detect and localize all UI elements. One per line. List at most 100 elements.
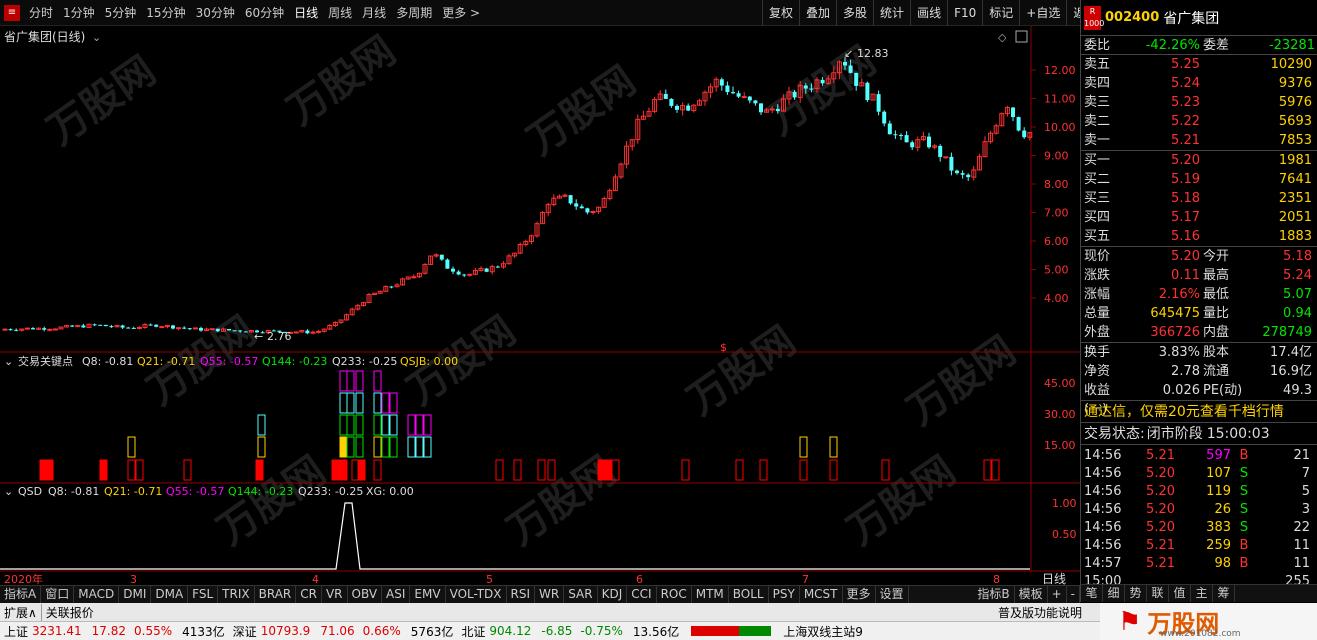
indicator-tab-3[interactable]: DMI (119, 586, 152, 603)
order-price[interactable]: 5.24 (1131, 74, 1200, 93)
candle-body (495, 266, 500, 268)
tab-1min[interactable]: 1分钟 (58, 0, 100, 26)
sh-value: 3231.41 (32, 624, 82, 638)
indicator-tab-2[interactable]: MACD (74, 586, 120, 603)
indicator-tab-18[interactable]: CCI (627, 586, 657, 603)
stock-code[interactable]: 002400 (1105, 10, 1159, 25)
indicator-right-tab-3[interactable]: - (1067, 586, 1080, 603)
draw-line-button[interactable]: 画线 (910, 0, 947, 26)
candle-body (865, 82, 870, 101)
stat-value: 0.94 (1283, 306, 1312, 321)
candle-body (747, 96, 752, 101)
tab-daily[interactable]: 日线 (289, 0, 323, 26)
diamond-icon[interactable]: ◇ (998, 31, 1007, 44)
indicator-tab-21[interactable]: BOLL (729, 586, 769, 603)
indicator-tab-14[interactable]: RSI (507, 586, 536, 603)
indicator-tab-8[interactable]: CR (296, 586, 322, 603)
expand-button[interactable]: 扩展∧ (0, 604, 41, 621)
ind2-chevron-icon[interactable]: ⌄ (4, 485, 13, 498)
status-footer: 扩展∧ 关联报价 普及版功能说明 上证 3231.41 17.82 0.55% … (0, 603, 1317, 640)
order-label: 买四 (1084, 210, 1111, 225)
overlay-button[interactable]: 叠加 (799, 0, 836, 26)
tab-30min[interactable]: 30分钟 (191, 0, 240, 26)
signal-bar (339, 459, 348, 481)
indicator-tab-15[interactable]: WR (535, 586, 565, 603)
multi-stock-button[interactable]: 多股 (836, 0, 873, 26)
indicator-tab-1[interactable]: 窗口 (41, 586, 75, 603)
order-price[interactable]: 5.25 (1131, 55, 1200, 74)
mark-button[interactable]: 标记 (982, 0, 1019, 26)
order-price[interactable]: 5.16 (1131, 227, 1200, 246)
indicator-tab-13[interactable]: VOL-TDX (446, 586, 507, 603)
order-price[interactable]: 5.21 (1131, 131, 1200, 150)
order-price[interactable]: 5.19 (1131, 170, 1200, 189)
indicator-tab-5[interactable]: FSL (188, 586, 219, 603)
help-link[interactable]: 普及版功能说明 (998, 604, 1082, 621)
bz-label[interactable]: 北证 (461, 623, 485, 640)
indicator-tab-22[interactable]: PSY (769, 586, 800, 603)
tab-60min[interactable]: 60分钟 (240, 0, 289, 26)
indicator-right-tab-1[interactable]: 模板 (1015, 586, 1048, 603)
indicator-tab-0[interactable]: 指标A (0, 586, 42, 603)
server-name[interactable]: 上海双线主站9 (783, 623, 863, 640)
stat-row: 涨跌 0.11 最高 5.24 (1081, 266, 1317, 285)
tab-fenshi[interactable]: 分时 (24, 0, 58, 26)
order-price[interactable]: 5.18 (1131, 189, 1200, 208)
order-price[interactable]: 5.17 (1131, 208, 1200, 227)
sh-label[interactable]: 上证 (0, 623, 28, 640)
indicator-tab-17[interactable]: KDJ (598, 586, 628, 603)
indicator-tab-16[interactable]: SAR (564, 586, 598, 603)
kline-chart-svg[interactable]: 万股网 万股网 万股网 万股网万股网 万股网 万股网 万股网万股网 万股网 万股网 12.001… (0, 26, 1080, 586)
side-tab-3[interactable]: 联 (1147, 585, 1169, 602)
side-tab-1[interactable]: 细 (1103, 585, 1125, 602)
tick-time: 14:56 (1084, 484, 1122, 499)
side-tab-4[interactable]: 值 (1169, 585, 1191, 602)
chart-area[interactable]: 万股网 万股网 万股网 万股网 万股网 万股网 万股网 万股网 万股网 万股网 万股网 12.00 1… (0, 26, 1080, 602)
indicator-tab-10[interactable]: OBV (348, 586, 383, 603)
menu-icon[interactable]: ≡ (4, 5, 20, 21)
indicator-tab-19[interactable]: ROC (657, 586, 692, 603)
period-label[interactable]: 日线 (1042, 572, 1066, 586)
indicator-tab-24[interactable]: 更多 (843, 586, 876, 603)
side-tab-5[interactable]: 主 (1191, 585, 1213, 602)
indicator-tab-11[interactable]: ASI (382, 586, 411, 603)
chevron-down-icon[interactable]: ⌄ (92, 31, 101, 44)
tab-15min[interactable]: 15分钟 (141, 0, 190, 26)
tab-weekly[interactable]: 周线 (323, 0, 357, 26)
window-icon[interactable] (1015, 30, 1028, 43)
add-watchlist-button[interactable]: +自选 (1019, 0, 1066, 26)
order-price[interactable]: 5.23 (1131, 93, 1200, 112)
order-volume: 5976 (1278, 95, 1312, 110)
tab-more[interactable]: 更多 > (437, 0, 485, 26)
indicator-tab-9[interactable]: VR (322, 586, 348, 603)
side-tab-2[interactable]: 势 (1125, 585, 1147, 602)
indicator-tab-23[interactable]: MCST (800, 586, 843, 603)
indicator-tab-12[interactable]: EMV (410, 586, 446, 603)
indicator-tab-7[interactable]: BRAR (255, 586, 297, 603)
tab-monthly[interactable]: 月线 (357, 0, 391, 26)
indicator-tab-20[interactable]: MTM (692, 586, 729, 603)
stat-value: 2.78 (1171, 364, 1200, 379)
stock-name[interactable]: 省广集团 (1163, 8, 1219, 28)
sz-label[interactable]: 深证 (233, 623, 257, 640)
indicator-right-tab-2[interactable]: + (1048, 586, 1067, 603)
f10-button[interactable]: F10 (947, 0, 982, 26)
indicator-tab-25[interactable]: 设置 (876, 586, 909, 603)
weibi-value: -42.26% (1145, 38, 1200, 53)
side-tab-6[interactable]: 筹 (1213, 585, 1235, 602)
side-tab-0[interactable]: 笔 (1081, 585, 1103, 602)
tab-5min[interactable]: 5分钟 (100, 0, 142, 26)
indicator-right-tab-0[interactable]: 指标B (973, 586, 1015, 603)
related-quote-button[interactable]: 关联报价 (40, 603, 98, 621)
tab-multi-period[interactable]: 多周期 (391, 0, 437, 26)
fuquan-button[interactable]: 复权 (762, 0, 799, 26)
statistics-button[interactable]: 统计 (873, 0, 910, 26)
indicator-tab-4[interactable]: DMA (151, 586, 189, 603)
tick-count: 3 (1301, 502, 1310, 517)
order-price[interactable]: 5.22 (1131, 112, 1200, 131)
order-price[interactable]: 5.20 (1131, 151, 1200, 170)
high-price-label: ↙ (844, 47, 853, 60)
indicator-tab-6[interactable]: TRIX (218, 586, 255, 603)
ad-banner[interactable]: 通达信，仅需20元查看千档行情 (1081, 401, 1317, 423)
ind1-chevron-icon[interactable]: ⌄ (4, 355, 13, 368)
